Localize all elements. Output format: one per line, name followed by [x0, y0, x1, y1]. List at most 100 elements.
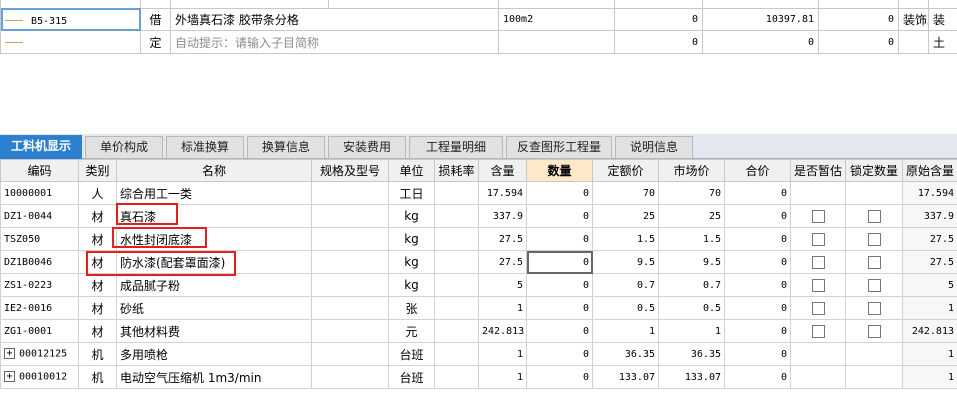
checkbox-icon[interactable] — [811, 256, 825, 269]
checkbox-icon[interactable] — [811, 325, 825, 338]
checkbox-icon[interactable] — [811, 210, 825, 223]
col-orig-content[interactable]: 原始含量 — [902, 159, 957, 182]
material-quantity[interactable]: 0 — [526, 181, 593, 205]
material-quantity[interactable]: 0 — [526, 204, 593, 228]
tab-graphic-quantity[interactable]: 反查图形工程量 — [506, 136, 612, 159]
material-market-price[interactable]: 1 — [658, 319, 725, 343]
material-quantity[interactable]: 0 — [526, 296, 593, 320]
material-content[interactable]: 1 — [478, 296, 527, 320]
material-lock-qty[interactable] — [845, 342, 903, 366]
col-quota-price[interactable]: 定额价 — [592, 159, 659, 182]
material-quantity[interactable]: 0 — [526, 273, 593, 297]
material-lock-qty[interactable] — [845, 250, 903, 274]
checkbox-icon[interactable] — [867, 279, 881, 292]
material-provisional[interactable] — [790, 365, 846, 389]
tab-unit-price[interactable]: 单价构成 — [85, 136, 163, 159]
material-quantity[interactable]: 0 — [526, 342, 593, 366]
quota-name-hint[interactable]: 自动提示：请输入子目简称 — [170, 30, 499, 54]
checkbox-icon[interactable] — [867, 233, 881, 246]
material-quantity[interactable]: 0 — [526, 319, 593, 343]
material-name[interactable]: 其他材料费 — [116, 319, 312, 343]
material-lock-qty[interactable] — [845, 319, 903, 343]
material-market-price[interactable]: 0.7 — [658, 273, 725, 297]
material-content[interactable]: 17.594 — [478, 181, 527, 205]
material-name[interactable]: 水性封闭底漆 — [116, 227, 312, 251]
material-lock-qty[interactable] — [845, 273, 903, 297]
material-provisional[interactable] — [790, 204, 846, 228]
material-market-price[interactable]: 70 — [658, 181, 725, 205]
col-market-price[interactable]: 市场价 — [658, 159, 725, 182]
material-provisional[interactable] — [790, 319, 846, 343]
col-loss-rate[interactable]: 损耗率 — [434, 159, 479, 182]
checkbox-icon[interactable] — [867, 325, 881, 338]
col-content[interactable]: 含量 — [478, 159, 527, 182]
material-lock-qty[interactable] — [845, 296, 903, 320]
material-row[interactable]: DZ1B0046 材防水漆(配套罩面漆) kg 27.5 0 9.5 9.5 0 27.5 — [0, 250, 957, 274]
material-row[interactable]: ZS1-0223 材成品腻子粉 kg 5 0 0.7 0.7 0 5 — [0, 273, 957, 297]
material-quantity[interactable]: 0 — [526, 365, 593, 389]
quota-code-cell[interactable] — [0, 30, 141, 54]
checkbox-icon[interactable] — [867, 256, 881, 269]
material-market-price[interactable]: 9.5 — [658, 250, 725, 274]
material-market-price[interactable]: 25 — [658, 204, 725, 228]
col-quantity[interactable]: 数量 — [526, 159, 593, 182]
quota-name[interactable]: 外墙真石漆 胶带条分格 — [170, 7, 499, 32]
col-spec[interactable]: 规格及型号 — [311, 159, 389, 182]
material-provisional[interactable] — [790, 227, 846, 251]
material-name[interactable]: 电动空气压缩机 1m3/min — [116, 365, 312, 389]
material-lock-qty[interactable] — [845, 365, 903, 389]
material-row[interactable]: +00012125 机多用喷枪 台班 1 0 36.35 36.35 0 1 — [0, 342, 957, 366]
col-name[interactable]: 名称 — [116, 159, 312, 182]
material-row[interactable]: ZG1-0001 材其他材料费元 242.813 0 1 1 0 242.813 — [0, 319, 957, 343]
quota-code-cell[interactable]: B5-315 — [0, 7, 141, 32]
material-lock-qty[interactable] — [845, 204, 903, 228]
material-name[interactable]: 砂纸 — [116, 296, 312, 320]
checkbox-icon[interactable] — [811, 279, 825, 292]
quota-row[interactable]: 定 自动提示：请输入子目简称 0 0 0 土 — [0, 30, 957, 54]
col-lock-qty[interactable]: 锁定数量 — [845, 159, 903, 182]
material-lock-qty[interactable] — [845, 181, 903, 205]
material-name[interactable]: 真石漆 — [116, 204, 312, 228]
tab-install-fee[interactable]: 安装费用 — [328, 136, 406, 159]
material-name[interactable]: 成品腻子粉 — [116, 273, 312, 297]
material-content[interactable]: 242.813 — [478, 319, 527, 343]
expand-icon[interactable]: + — [4, 348, 15, 360]
material-content[interactable]: 5 — [478, 273, 527, 297]
col-code[interactable]: 编码 — [0, 159, 79, 182]
material-row[interactable]: IE2-0016 材砂纸张 1 0 0.5 0.5 0 1 — [0, 296, 957, 320]
tab-quantity-detail[interactable]: 工程量明细 — [409, 136, 503, 159]
col-type[interactable]: 类别 — [78, 159, 117, 182]
material-row[interactable]: DZ1-0044 材真石漆 kg 337.9 0 25 25 0 337.9 — [0, 204, 957, 228]
tab-conversion-info[interactable]: 换算信息 — [247, 136, 325, 159]
material-provisional[interactable] — [790, 296, 846, 320]
material-content[interactable]: 337.9 — [478, 204, 527, 228]
material-provisional[interactable] — [790, 273, 846, 297]
material-quantity[interactable]: 0 — [526, 227, 593, 251]
material-content[interactable]: 27.5 — [478, 227, 527, 251]
tab-standard-conversion[interactable]: 标准换算 — [166, 136, 244, 159]
material-content[interactable]: 1 — [478, 342, 527, 366]
material-content[interactable]: 27.5 — [478, 250, 527, 274]
checkbox-icon[interactable] — [811, 302, 825, 315]
material-market-price[interactable]: 0.5 — [658, 296, 725, 320]
col-provisional[interactable]: 是否暂估 — [790, 159, 846, 182]
material-code[interactable]: +00012125 — [0, 342, 79, 366]
checkbox-icon[interactable] — [811, 233, 825, 246]
material-row[interactable]: 10000001 人综合用工一类 工日 17.594 0 70 70 0 17.594 — [0, 181, 957, 205]
material-market-price[interactable]: 36.35 — [658, 342, 725, 366]
col-unit[interactable]: 单位 — [388, 159, 435, 182]
tab-description[interactable]: 说明信息 — [615, 136, 693, 159]
checkbox-icon[interactable] — [867, 302, 881, 315]
checkbox-icon[interactable] — [867, 210, 881, 223]
material-name[interactable]: 综合用工一类 — [116, 181, 312, 205]
tab-labor-material-machine[interactable]: 工料机显示 — [0, 135, 82, 159]
material-market-price[interactable]: 1.5 — [658, 227, 725, 251]
material-name[interactable]: 多用喷枪 — [116, 342, 312, 366]
material-provisional[interactable] — [790, 342, 846, 366]
expand-icon[interactable]: + — [4, 371, 15, 383]
material-content[interactable]: 1 — [478, 365, 527, 389]
material-name[interactable]: 防水漆(配套罩面漆) — [116, 250, 312, 274]
material-lock-qty[interactable] — [845, 227, 903, 251]
quota-row[interactable]: B5-315 借 外墙真石漆 胶带条分格 100m2 0 10397.81 0 … — [0, 7, 957, 32]
material-code[interactable]: +00010012 — [0, 365, 79, 389]
